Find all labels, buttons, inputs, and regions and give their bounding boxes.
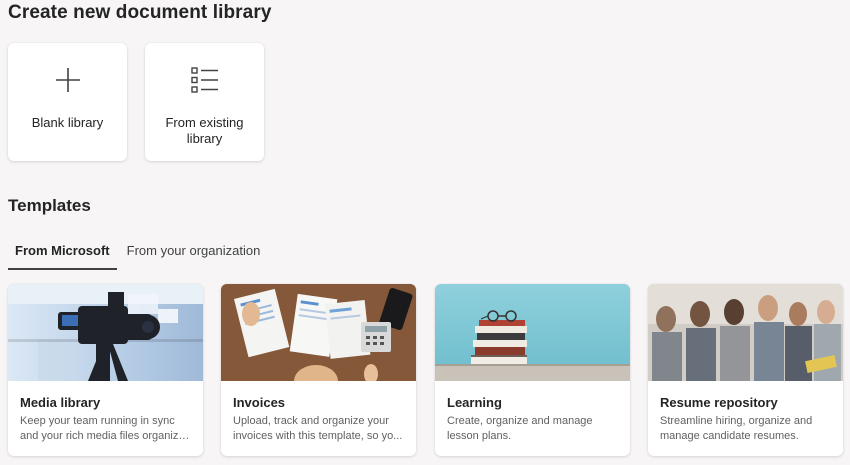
- resume-repository-thumbnail: [648, 284, 843, 381]
- template-description: Keep your team running in sync and your …: [20, 415, 191, 442]
- blank-library-card[interactable]: Blank library: [8, 43, 127, 161]
- template-card-resume-repository[interactable]: Resume repository Streamline hiring, org…: [648, 284, 843, 456]
- tab-from-your-organization[interactable]: From your organization: [120, 236, 268, 270]
- template-tabs: From Microsoft From your organization: [8, 236, 270, 270]
- learning-thumbnail: [435, 284, 630, 381]
- tab-from-microsoft[interactable]: From Microsoft: [8, 236, 117, 270]
- templates-heading: Templates: [8, 196, 91, 215]
- template-description: Streamline hiring, organize and manage c…: [660, 415, 813, 442]
- template-card-invoices[interactable]: Invoices Upload, track and organize your…: [221, 284, 416, 456]
- media-library-thumbnail: [8, 284, 203, 381]
- blank-library-label: Blank library: [31, 115, 104, 130]
- invoices-thumbnail: [221, 284, 416, 381]
- template-description: Upload, track and organize your invoices…: [233, 415, 403, 442]
- template-name: Media library: [20, 395, 101, 410]
- plus-icon: [53, 65, 83, 95]
- template-card-learning[interactable]: Learning Create, organize and manage les…: [435, 284, 630, 456]
- template-description: Create, organize and manage lesson plans…: [447, 415, 593, 442]
- template-name: Learning: [447, 395, 502, 410]
- from-existing-library-card[interactable]: From existing library: [145, 43, 264, 161]
- page-title: Create new document library: [8, 2, 272, 23]
- template-name: Resume repository: [660, 395, 778, 410]
- template-card-media-library[interactable]: Media library Keep your team running in …: [8, 284, 203, 456]
- template-name: Invoices: [233, 395, 286, 410]
- from-existing-library-label: From existing library: [165, 115, 244, 146]
- list-icon: [190, 65, 220, 95]
